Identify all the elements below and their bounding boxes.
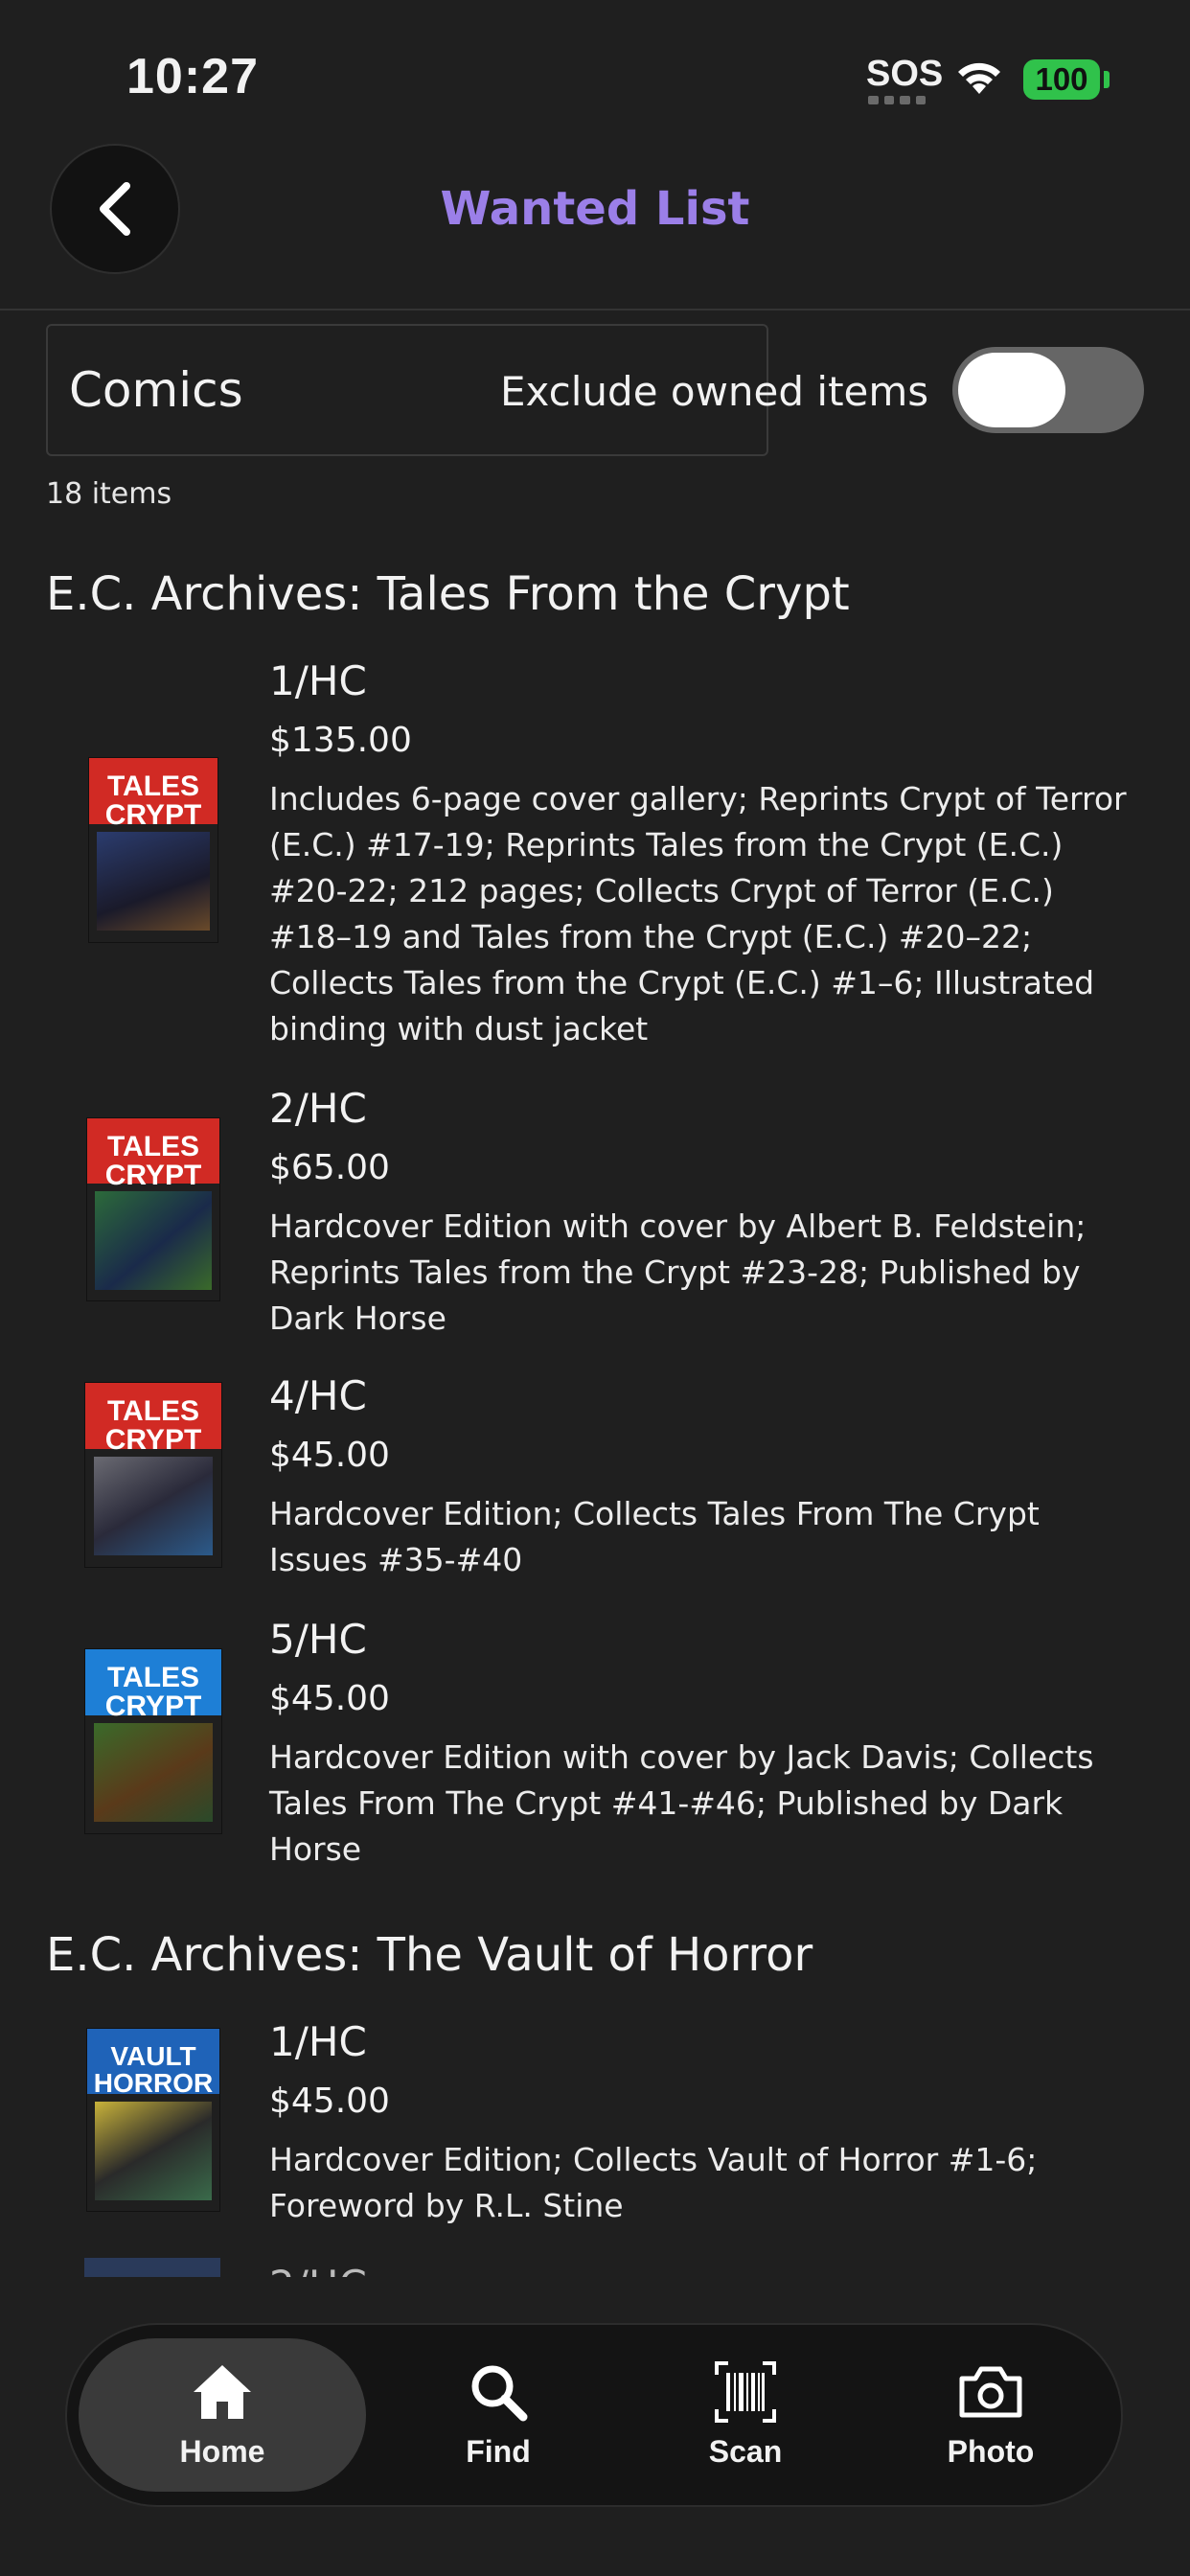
item-description: Hardcover Edition; Collects Vault of Hor…: [269, 2141, 1038, 2224]
section-title: E.C. Archives: The Vault of Horror: [46, 1928, 813, 1982]
category-label: Comics: [69, 362, 243, 418]
camera-icon: [959, 2366, 1022, 2418]
comic-cover-image: TALES CRYPT: [86, 1117, 220, 1301]
section-title: E.C. Archives: Tales From the Crypt: [46, 567, 850, 621]
home-icon: [194, 2365, 251, 2419]
comic-cover-image: [84, 2258, 220, 2277]
search-icon: [471, 2365, 528, 2422]
toggle-knob: [958, 353, 1065, 427]
item-description: Hardcover Edition; Collects Tales From T…: [269, 1495, 1040, 1578]
item-price: $45.00: [269, 2082, 390, 2121]
item-price: $45.00: [269, 1436, 390, 1475]
item-price: $135.00: [269, 721, 412, 760]
tab-photo[interactable]: Photo: [866, 2338, 1115, 2492]
comic-cover-image: TALES CRYPT: [88, 757, 218, 943]
tab-home[interactable]: Home: [79, 2338, 366, 2492]
item-issue: 5/HC: [269, 1616, 367, 1663]
tab-label: Scan: [708, 2434, 783, 2469]
item-issue: 4/HC: [269, 1372, 367, 1419]
list-item-partial[interactable]: 2/HC: [0, 2258, 1190, 2277]
signal-icon: [868, 96, 926, 105]
item-issue: 1/HC: [269, 657, 367, 704]
tab-find[interactable]: Find: [374, 2338, 623, 2492]
exclude-owned-label: Exclude owned items: [500, 368, 929, 415]
wifi-icon: [958, 62, 1000, 94]
bottom-tab-bar: Home Find Scan Photo: [65, 2323, 1123, 2507]
barcode-icon: [715, 2361, 776, 2423]
comic-cover-image: TALES CRYPT: [84, 1382, 222, 1568]
comic-cover-image: TALES CRYPT: [84, 1648, 222, 1834]
item-issue: 2/HC: [269, 1085, 367, 1132]
tab-label: Home: [179, 2434, 265, 2469]
comic-cover-image: VAULT HORROR: [86, 2028, 220, 2212]
status-time: 10:27: [126, 49, 259, 104]
battery-nub: [1104, 71, 1110, 88]
item-description: Hardcover Edition with cover by Jack Dav…: [269, 1738, 1094, 1868]
exclude-owned-toggle[interactable]: [952, 347, 1144, 433]
item-issue: 2/HC: [269, 2262, 367, 2277]
tab-scan[interactable]: Scan: [621, 2338, 870, 2492]
status-bar: 10:27 SOS 100: [0, 0, 1190, 144]
header-divider: [0, 309, 1190, 310]
tab-label: Find: [466, 2434, 531, 2469]
item-description: Includes 6-page cover gallery; Reprints …: [269, 780, 1127, 1047]
item-count: 18 items: [46, 477, 172, 511]
item-description: Hardcover Edition with cover by Albert B…: [269, 1208, 1087, 1337]
carrier-label: SOS: [866, 54, 944, 94]
item-issue: 1/HC: [269, 2018, 367, 2065]
item-price: $65.00: [269, 1148, 390, 1187]
battery-icon: 100: [1023, 59, 1100, 100]
item-price: $45.00: [269, 1679, 390, 1718]
page-title: Wanted List: [440, 182, 750, 236]
tab-label: Photo: [947, 2434, 1035, 2469]
